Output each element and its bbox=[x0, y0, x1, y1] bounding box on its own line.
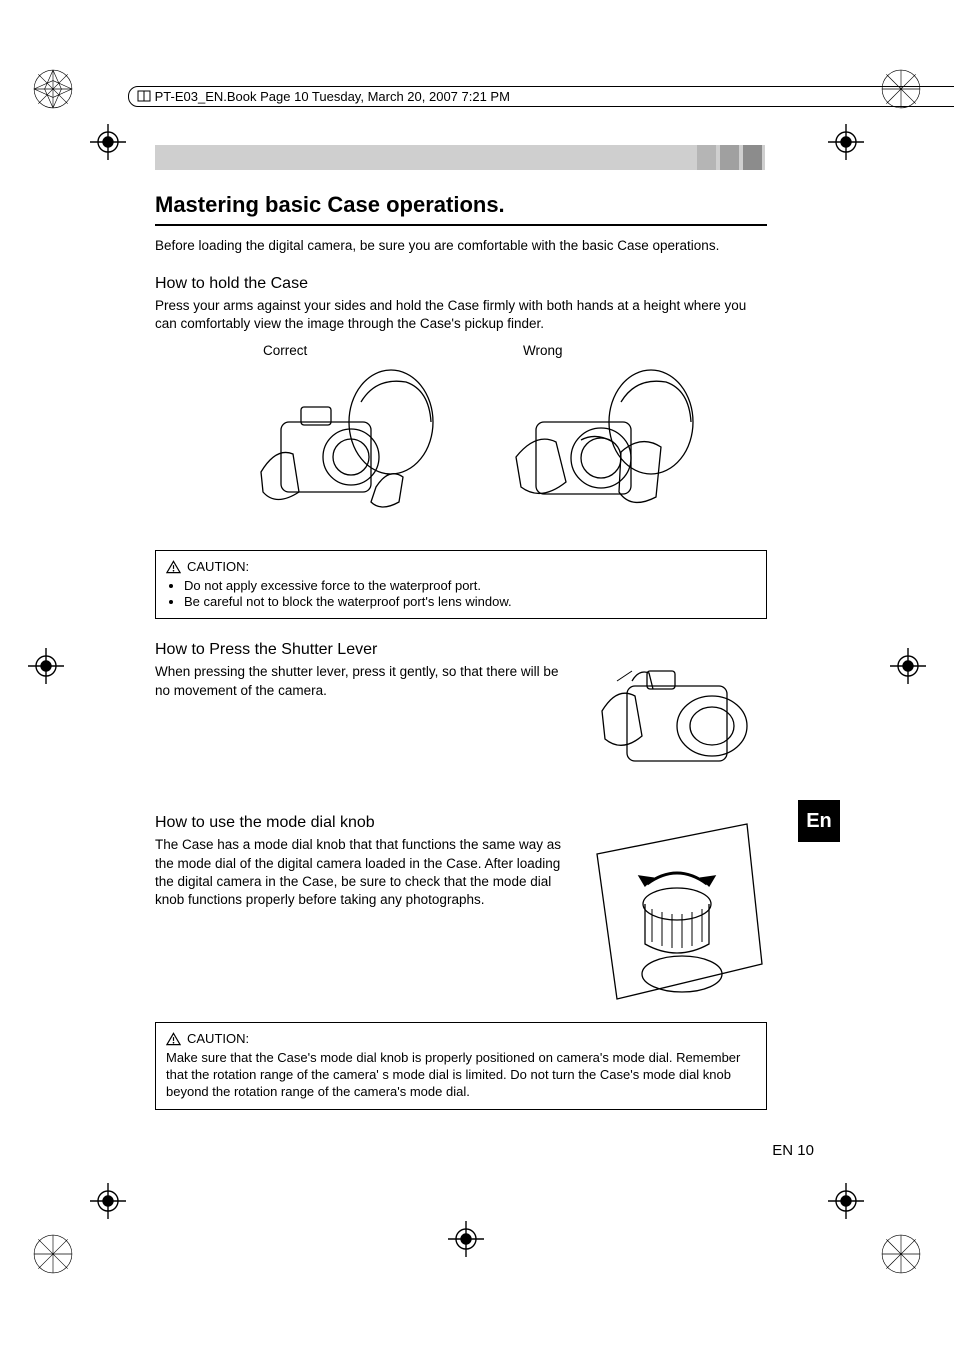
crop-starburst-top-left bbox=[32, 68, 74, 115]
reg-cross-bc bbox=[448, 1221, 484, 1262]
crop-starburst-bottom-right bbox=[880, 1233, 922, 1280]
shutter-body: When pressing the shutter lever, press i… bbox=[155, 663, 563, 699]
shutter-heading: How to Press the Shutter Lever bbox=[155, 641, 563, 659]
page-title: Mastering basic Case operations. bbox=[155, 192, 767, 224]
section-modedial: How to use the mode dial knob The Case h… bbox=[155, 814, 767, 1004]
hold-wrong-illustration bbox=[481, 362, 701, 532]
caution2-label: CAUTION: bbox=[187, 1031, 249, 1046]
reg-cross-tl bbox=[90, 124, 126, 165]
page-number: EN 10 bbox=[772, 1142, 814, 1159]
caution2-body: Make sure that the Case's mode dial knob… bbox=[166, 1050, 756, 1101]
hold-correct-label: Correct bbox=[221, 343, 441, 358]
hold-wrong-label: Wrong bbox=[481, 343, 701, 358]
warning-icon bbox=[166, 1032, 181, 1046]
color-boxes bbox=[697, 145, 762, 170]
color-bar bbox=[155, 145, 765, 170]
reg-cross-mr bbox=[890, 648, 926, 689]
intro-text: Before loading the digital camera, be su… bbox=[155, 238, 767, 253]
modedial-body: The Case has a mode dial knob that that … bbox=[155, 836, 563, 909]
section-shutter: How to Press the Shutter Lever When pres… bbox=[155, 641, 767, 796]
caution1-label: CAUTION: bbox=[187, 559, 249, 574]
section-hold: How to hold the Case Press your arms aga… bbox=[155, 275, 767, 532]
modedial-illustration bbox=[577, 814, 767, 1004]
warning-icon bbox=[166, 560, 181, 574]
shutter-illustration bbox=[577, 641, 767, 796]
reg-cross-ml bbox=[28, 648, 64, 689]
running-head-text: PT-E03_EN.Book Page 10 Tuesday, March 20… bbox=[155, 89, 510, 104]
modedial-heading: How to use the mode dial knob bbox=[155, 814, 563, 832]
book-icon bbox=[137, 89, 151, 103]
caution-box-2: CAUTION: Make sure that the Case's mode … bbox=[155, 1022, 767, 1110]
title-underline bbox=[155, 224, 767, 226]
caution1-item-0: Do not apply excessive force to the wate… bbox=[184, 578, 756, 593]
reg-cross-tr bbox=[828, 124, 864, 165]
reg-cross-bl bbox=[90, 1183, 126, 1224]
hold-heading: How to hold the Case bbox=[155, 275, 767, 293]
caution1-item-1: Be careful not to block the waterproof p… bbox=[184, 594, 756, 609]
crop-starburst-bottom-left bbox=[32, 1233, 74, 1280]
hold-correct-illustration bbox=[221, 362, 441, 532]
page-container: PT-E03_EN.Book Page 10 Tuesday, March 20… bbox=[0, 0, 954, 1348]
content-area: Mastering basic Case operations. Before … bbox=[155, 192, 767, 1110]
running-head: PT-E03_EN.Book Page 10 Tuesday, March 20… bbox=[128, 86, 954, 107]
caution-box-1: CAUTION: Do not apply excessive force to… bbox=[155, 550, 767, 619]
hold-body: Press your arms against your sides and h… bbox=[155, 297, 767, 333]
reg-cross-br bbox=[828, 1183, 864, 1224]
language-tab: En bbox=[798, 800, 840, 842]
